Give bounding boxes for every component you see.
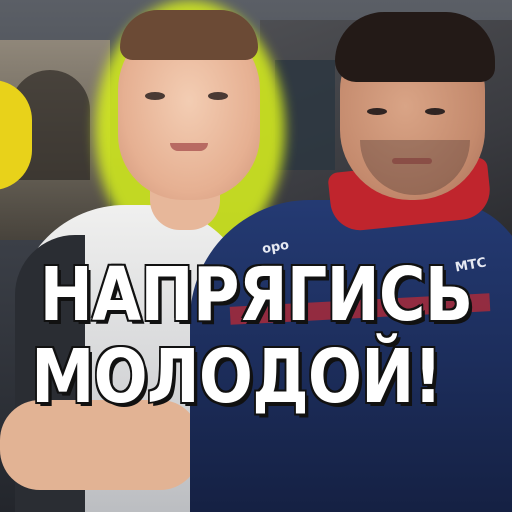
thumbnail: оро МТС НАПРЯГИСЬ МОЛОДОЙ! bbox=[0, 0, 512, 512]
right-person-hair bbox=[335, 12, 495, 82]
left-person-eye-right bbox=[208, 92, 228, 100]
headline-line-1: НАПРЯГИСЬ bbox=[38, 252, 474, 338]
left-person-mouth bbox=[170, 143, 208, 151]
right-person-eye-right bbox=[425, 108, 445, 115]
right-person-mouth bbox=[392, 158, 432, 164]
left-person-eye-left bbox=[145, 92, 165, 100]
right-person-eye-left bbox=[367, 108, 387, 115]
headline-line-2: МОЛОДОЙ! bbox=[30, 334, 444, 420]
left-person-hair bbox=[120, 10, 258, 60]
